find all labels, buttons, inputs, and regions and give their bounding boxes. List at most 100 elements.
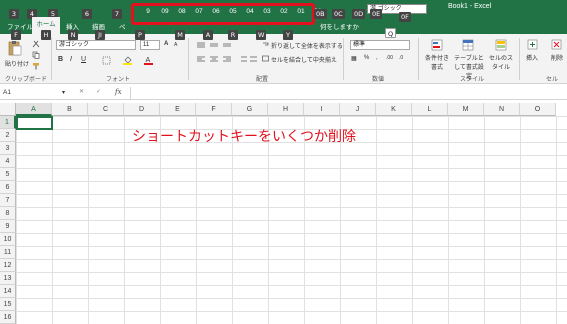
group-divider <box>418 38 419 80</box>
decimal-decrease-icon[interactable]: .0 <box>399 55 403 61</box>
alignment-group-label: 配置 <box>256 77 269 83</box>
font-size-select[interactable]: 11 <box>140 40 160 50</box>
formula-bar: A1 ▾ ✕ ✓ fx <box>0 86 567 100</box>
underline-icon[interactable]: U <box>81 56 86 63</box>
cancel-icon[interactable]: ✕ <box>79 88 84 95</box>
row-header[interactable]: 15 <box>0 298 16 311</box>
formula-input[interactable] <box>130 87 560 99</box>
keytip-formula: M <box>175 30 185 40</box>
row-header[interactable]: 16 <box>0 311 16 324</box>
fill-color-icon[interactable] <box>123 55 132 65</box>
keytip: 09 <box>161 8 169 15</box>
bold-icon[interactable]: B <box>58 56 63 63</box>
paste-button[interactable]: 貼り付け <box>5 59 29 68</box>
merge-center-button[interactable]: セルを結合して中央揃え <box>271 55 337 64</box>
border-icon[interactable] <box>102 56 111 65</box>
row-header[interactable]: 10 <box>0 233 16 246</box>
wrap-text-button[interactable]: 折り返して全体を表示する <box>271 41 343 50</box>
font-grow-icon[interactable]: A <box>164 41 168 47</box>
column-header[interactable]: L <box>412 103 448 116</box>
row-header[interactable]: 8 <box>0 207 16 220</box>
insert-cells-button[interactable]: 挿入 <box>526 53 538 62</box>
keytip-q: Q <box>385 28 397 38</box>
conditional-format-icon[interactable] <box>431 39 443 51</box>
paste-icon[interactable] <box>8 40 22 56</box>
copy-icon[interactable] <box>32 51 40 59</box>
italic-icon[interactable]: I <box>70 56 72 63</box>
column-header[interactable]: I <box>304 103 340 116</box>
row-header[interactable]: 6 <box>0 181 16 194</box>
select-all-corner[interactable] <box>0 103 16 116</box>
cell-style-icon[interactable] <box>495 39 507 51</box>
group-divider <box>188 38 189 80</box>
column-header[interactable]: D <box>124 103 160 116</box>
name-box-dropdown-icon[interactable]: ▾ <box>62 89 65 96</box>
cell-area[interactable] <box>16 116 567 324</box>
wrap-text-icon[interactable] <box>262 41 269 48</box>
row-header[interactable]: 1 <box>0 116 16 129</box>
indent-icon[interactable] <box>240 55 258 63</box>
delete-cells-icon[interactable] <box>551 39 562 50</box>
currency-icon[interactable]: ▦ <box>351 55 357 62</box>
row-header[interactable]: 9 <box>0 220 16 233</box>
column-header[interactable]: H <box>268 103 304 116</box>
tab-page[interactable]: ペ <box>119 21 126 31</box>
keytip: 9 <box>146 8 150 15</box>
row-header[interactable]: 4 <box>0 155 16 168</box>
keytip: 06 <box>212 8 220 15</box>
merge-center-icon[interactable] <box>262 55 269 62</box>
insert-cells-icon[interactable] <box>527 39 538 50</box>
column-header[interactable]: E <box>160 103 196 116</box>
active-cell[interactable] <box>16 116 53 130</box>
row-header[interactable]: 14 <box>0 285 16 298</box>
delete-cells-button[interactable]: 削除 <box>551 53 563 62</box>
enter-icon[interactable]: ✓ <box>96 88 101 95</box>
percent-icon[interactable]: % <box>364 55 369 61</box>
keytip-help: Y <box>283 30 293 40</box>
cell-style-button[interactable]: セルのスタイル <box>488 53 514 71</box>
window-title: Book1 - Excel <box>448 3 492 10</box>
tab-tell-me[interactable]: 何をしますか <box>320 21 359 31</box>
column-header[interactable]: G <box>232 103 268 116</box>
keytip: 08 <box>178 8 186 15</box>
row-header[interactable]: 11 <box>0 246 16 259</box>
keytip-data: A <box>203 30 213 40</box>
keytip: 07 <box>195 8 203 15</box>
conditional-format-button[interactable]: 条件付き書式 <box>425 53 449 71</box>
keytip: 04 <box>246 8 254 15</box>
column-header[interactable]: J <box>340 103 376 116</box>
align-left-icon[interactable] <box>196 55 236 63</box>
insert-function-icon[interactable]: fx <box>115 88 122 96</box>
keytip-file: F <box>11 30 21 40</box>
column-header[interactable]: O <box>520 103 556 116</box>
column-header[interactable]: A <box>16 103 52 116</box>
row-header[interactable]: 3 <box>0 142 16 155</box>
comma-icon[interactable]: , <box>376 55 378 61</box>
row-header[interactable]: 5 <box>0 168 16 181</box>
row-header[interactable]: 13 <box>0 272 16 285</box>
column-header[interactable]: C <box>88 103 124 116</box>
row-header[interactable]: 12 <box>0 259 16 272</box>
column-header[interactable]: N <box>484 103 520 116</box>
column-header[interactable]: K <box>376 103 412 116</box>
cut-icon[interactable] <box>32 40 40 48</box>
align-top-icon[interactable] <box>196 41 236 49</box>
column-header[interactable]: B <box>52 103 88 116</box>
decimal-increase-icon[interactable]: .00 <box>386 55 393 61</box>
group-divider <box>51 38 52 80</box>
font-color-icon[interactable]: A <box>144 55 153 65</box>
column-header[interactable]: M <box>448 103 484 116</box>
annotation-text: ショートカットキーをいくつか削除 <box>132 129 356 145</box>
name-box[interactable]: A1 <box>3 88 49 98</box>
number-format-select[interactable]: 標準 <box>350 40 410 50</box>
shortcut-keytip-row: 9 09 08 07 06 05 04 03 02 01 0A <box>141 8 325 15</box>
column-header[interactable]: F <box>196 103 232 116</box>
row-header[interactable]: 7 <box>0 194 16 207</box>
font-shrink-icon[interactable]: A <box>174 42 177 48</box>
format-painter-icon[interactable] <box>32 62 40 70</box>
format-table-icon[interactable] <box>462 39 474 51</box>
ribbon-home: F H N JI P M A R W Y Q 貼り付け クリップボード 游ゴシッ… <box>0 28 567 84</box>
number-group-label: 数値 <box>372 77 385 83</box>
font-name-select[interactable]: 游ゴシック <box>56 40 136 50</box>
row-header[interactable]: 2 <box>0 129 16 142</box>
